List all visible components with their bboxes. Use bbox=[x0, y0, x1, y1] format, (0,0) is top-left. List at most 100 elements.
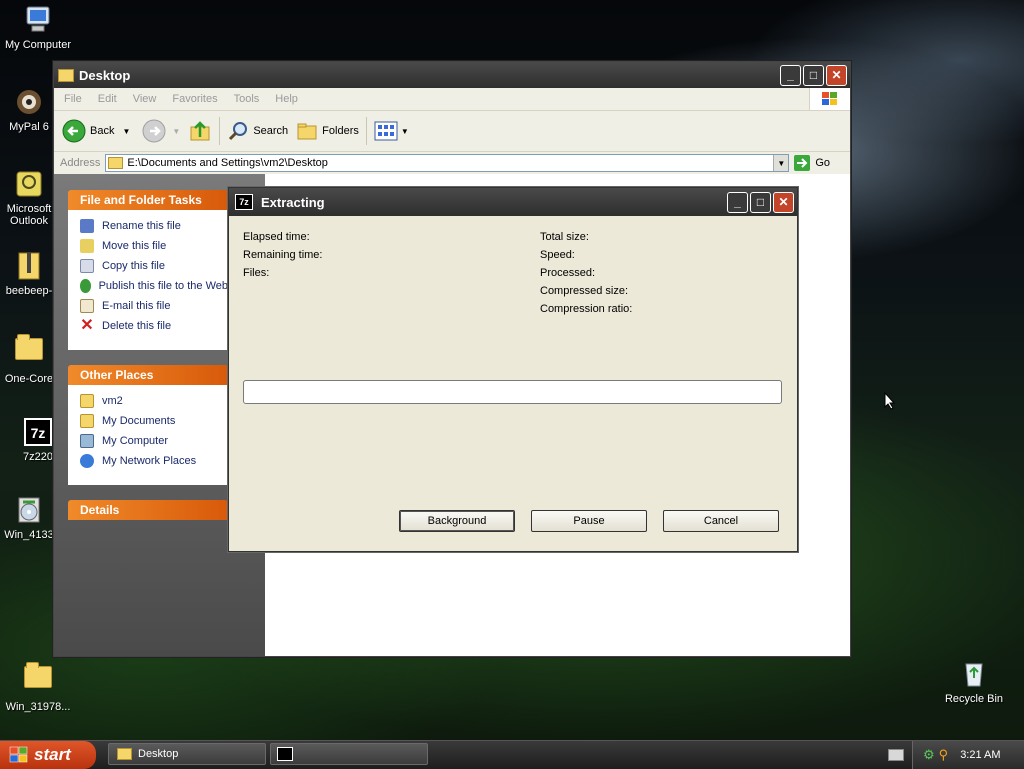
address-dropdown-button[interactable]: ▼ bbox=[773, 155, 789, 171]
delete-icon: ✕ bbox=[80, 317, 94, 334]
system-tray: ⚙ ⚲ 3:21 AM bbox=[912, 741, 1024, 769]
outlook-icon bbox=[13, 168, 45, 200]
dialog-title: Extracting bbox=[261, 194, 325, 210]
rename-icon bbox=[80, 219, 94, 233]
menu-edit[interactable]: Edit bbox=[90, 93, 125, 105]
zip-folder-icon bbox=[13, 250, 45, 282]
menu-favorites[interactable]: Favorites bbox=[164, 93, 225, 105]
minimize-button[interactable]: _ bbox=[780, 64, 801, 86]
desktop-icon-beebeep[interactable]: beebeep- bbox=[0, 250, 58, 297]
mypal-icon bbox=[13, 86, 45, 118]
toolbar-separator bbox=[365, 117, 367, 145]
desktop-icon-my-computer[interactable]: My Computer bbox=[0, 4, 76, 51]
panel-header[interactable]: Other Places bbox=[68, 365, 228, 385]
explorer-titlebar[interactable]: Desktop _ □ ✕ bbox=[54, 62, 850, 88]
maximize-button[interactable]: □ bbox=[803, 64, 824, 86]
address-field[interactable]: E:\Documents and Settings\vm2\Desktop ▼ bbox=[105, 154, 790, 172]
panel-header[interactable]: File and Folder Tasks bbox=[68, 190, 228, 210]
menu-view[interactable]: View bbox=[125, 93, 165, 105]
task-delete[interactable]: ✕ Delete this file bbox=[80, 316, 228, 336]
dropdown-arrow-icon: ▼ bbox=[400, 126, 409, 136]
keyboard-icon[interactable] bbox=[888, 749, 904, 761]
toolbar: Back ▼ ▼ Search Folders ▼ bbox=[54, 111, 850, 152]
back-button[interactable]: Back ▼ bbox=[54, 119, 134, 143]
other-places-panel: Other Places vm2 My Documents My Compute… bbox=[68, 365, 228, 485]
folders-button[interactable]: Folders bbox=[292, 120, 363, 142]
desktop-icon-mypal[interactable]: MyPal 6 bbox=[0, 86, 58, 133]
extracting-dialog: 7z Extracting _ □ ✕ Elapsed time: Remain… bbox=[228, 187, 798, 552]
folders-icon bbox=[297, 123, 317, 140]
task-move[interactable]: Move this file bbox=[80, 236, 228, 256]
network-tray-icon[interactable]: ⚙ bbox=[923, 747, 935, 763]
taskbar-item-desktop[interactable]: Desktop bbox=[108, 743, 266, 765]
cancel-button[interactable]: Cancel bbox=[663, 510, 779, 532]
desktop-icon-label: My Computer bbox=[4, 39, 72, 51]
pause-button[interactable]: Pause bbox=[531, 510, 647, 532]
minimize-button[interactable]: _ bbox=[727, 191, 748, 213]
background-button[interactable]: Background bbox=[399, 510, 515, 532]
maximize-button[interactable]: □ bbox=[750, 191, 771, 213]
task-rename[interactable]: Rename this file bbox=[80, 216, 228, 236]
place-network[interactable]: My Network Places bbox=[80, 451, 228, 471]
up-folder-icon bbox=[190, 121, 210, 141]
folder-icon bbox=[13, 334, 45, 370]
folder-icon bbox=[22, 662, 54, 698]
go-arrow-icon bbox=[794, 155, 811, 171]
recycle-bin-icon bbox=[958, 658, 990, 690]
place-my-documents[interactable]: My Documents bbox=[80, 411, 228, 431]
toolbar-separator bbox=[219, 117, 221, 145]
start-button[interactable]: start bbox=[0, 741, 96, 769]
desktop-icon-win31978[interactable]: Win_31978... bbox=[0, 660, 76, 713]
up-folder-button[interactable] bbox=[184, 119, 216, 143]
desktop-icon-label: beebeep- bbox=[5, 285, 53, 297]
place-my-computer[interactable]: My Computer bbox=[80, 431, 228, 451]
forward-arrow-icon bbox=[142, 119, 166, 143]
desktop-icon-win4133[interactable]: Win_4133 bbox=[0, 494, 58, 541]
computer-icon bbox=[80, 434, 94, 448]
folder-icon bbox=[80, 394, 94, 408]
task-copy[interactable]: Copy this file bbox=[80, 256, 228, 276]
close-button[interactable]: ✕ bbox=[773, 191, 794, 213]
task-email[interactable]: E-mail this file bbox=[80, 296, 228, 316]
dropdown-arrow-icon: ▼ bbox=[172, 126, 181, 136]
clock[interactable]: 3:21 AM bbox=[960, 749, 1000, 761]
7zip-icon: 7z bbox=[22, 416, 54, 448]
search-button[interactable]: Search bbox=[223, 120, 292, 142]
address-label: Address bbox=[60, 157, 101, 169]
window-title: Desktop bbox=[79, 67, 131, 83]
desktop-icon-label: MyPal 6 bbox=[9, 121, 49, 133]
folder-icon bbox=[58, 68, 74, 82]
go-button[interactable]: Go bbox=[793, 154, 830, 172]
task-publish[interactable]: Publish this file to the Web bbox=[80, 276, 228, 296]
menu-file[interactable]: File bbox=[54, 93, 90, 105]
dialog-titlebar[interactable]: 7z Extracting _ □ ✕ bbox=[229, 188, 797, 216]
dropdown-arrow-icon[interactable]: ▼ bbox=[122, 127, 130, 136]
taskbar: start Desktop ⚙ ⚲ 3:21 AM bbox=[0, 740, 1024, 769]
desktop-icon-label: Recycle Bin bbox=[944, 693, 1004, 705]
close-button[interactable]: ✕ bbox=[826, 64, 847, 86]
address-bar: Address E:\Documents and Settings\vm2\De… bbox=[54, 152, 850, 175]
svg-text:7z: 7z bbox=[31, 425, 46, 441]
desktop-icon-outlook[interactable]: Microsoft Outlook bbox=[0, 168, 58, 227]
forward-button[interactable]: ▼ bbox=[134, 119, 184, 143]
globe-icon bbox=[80, 279, 91, 293]
cd-icon bbox=[13, 494, 45, 526]
details-panel: Details bbox=[68, 500, 228, 520]
documents-icon bbox=[80, 414, 94, 428]
desktop-icon-label: Win_4133 bbox=[4, 529, 54, 541]
compressed-size-label: Compressed size: bbox=[540, 285, 629, 297]
computer-icon bbox=[22, 4, 54, 36]
desktop-icon-recycle-bin[interactable]: Recycle Bin bbox=[936, 658, 1012, 705]
place-vm2[interactable]: vm2 bbox=[80, 391, 228, 411]
views-button[interactable]: ▼ bbox=[370, 121, 413, 141]
search-tray-icon[interactable]: ⚲ bbox=[939, 747, 949, 763]
taskbar-item-7zip[interactable] bbox=[270, 743, 428, 765]
desktop-icon-one-core[interactable]: One-Core bbox=[0, 332, 58, 385]
panel-header[interactable]: Details bbox=[68, 500, 228, 520]
back-arrow-icon bbox=[62, 119, 86, 143]
7zip-icon bbox=[277, 747, 293, 761]
desktop-icon-label: Win_31978... bbox=[5, 701, 71, 713]
menu-help[interactable]: Help bbox=[267, 93, 306, 105]
menu-tools[interactable]: Tools bbox=[226, 93, 268, 105]
desktop-icon-label: One-Core bbox=[4, 373, 54, 385]
